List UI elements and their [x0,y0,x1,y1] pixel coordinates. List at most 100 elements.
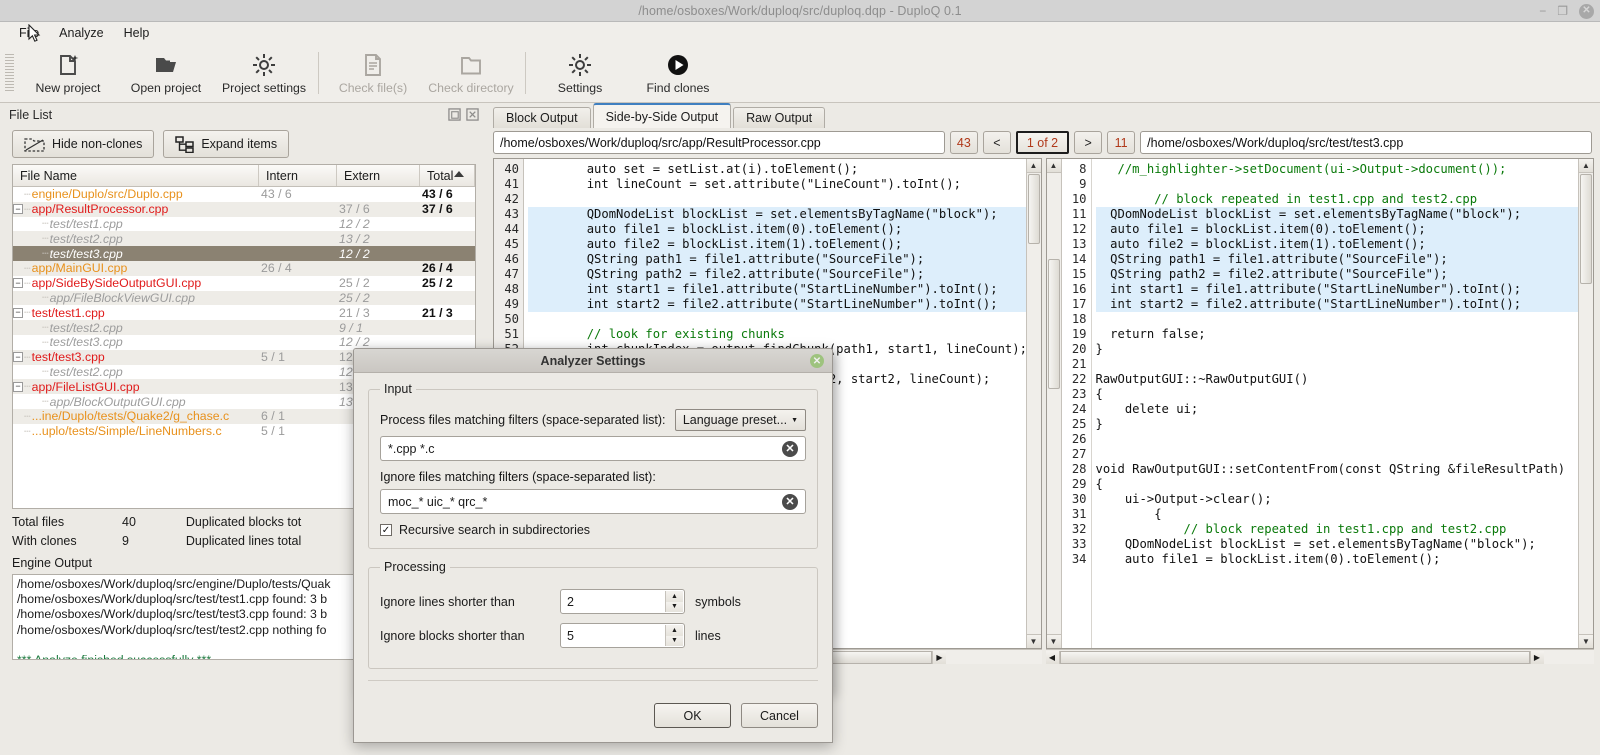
ignore-blocks-stepper[interactable]: 5 ▲ ▼ [560,623,685,648]
check-directory-button[interactable]: Check directory [422,46,520,101]
stepper-up-icon[interactable]: ▲ [666,591,683,602]
scroll-up-icon[interactable]: ▲ [1027,159,1041,173]
table-row[interactable]: ┄test/test3.cpp12 / 2 [13,246,475,261]
scroll-down-icon[interactable]: ▼ [1579,634,1593,648]
file-name-cell: ┄test/test2.cpp [13,232,259,246]
table-row[interactable]: −┄app/ResultProcessor.cpp37 / 637 / 6 [13,202,475,217]
scroll-left-icon[interactable]: ◀ [1046,651,1060,664]
table-row[interactable]: −┄app/SideBySideOutputGUI.cpp25 / 225 / … [13,276,475,291]
code-line: delete ui; [1096,402,1579,417]
total-cell: 26 / 4 [420,261,475,275]
expander-icon[interactable]: − [13,352,23,362]
tree-connector: ┄ [42,217,48,230]
table-row[interactable]: ┄test/test2.cpp9 / 1 [13,320,475,335]
tab-block-output[interactable]: Block Output [493,107,591,128]
window-titlebar: /home/osboxes/Work/duploq/src/duploq.dqp… [0,0,1600,22]
stepper-down-icon[interactable]: ▼ [666,636,683,647]
language-preset-button[interactable]: Language preset... ▼ [675,409,806,431]
close-icon[interactable] [466,108,479,121]
column-header-extern[interactable]: Extern [337,165,420,186]
scroll-up-icon[interactable]: ▲ [1047,159,1061,173]
table-row[interactable]: −┄test/test1.cpp21 / 321 / 3 [13,305,475,320]
tab-side-by-side-output[interactable]: Side-by-Side Output [593,103,732,128]
hide-non-clones-button[interactable]: Hide non-clones [12,130,154,158]
right-vertical-scrollbar-left[interactable]: ▲ ▼ [1047,159,1062,648]
column-header-intern[interactable]: Intern [259,165,337,186]
left-file-path-input[interactable]: /home/osboxes/Work/duploq/src/app/Result… [493,131,945,154]
with-clones-value: 9 [122,534,129,548]
new-project-button[interactable]: New project [19,46,117,101]
ignore-lines-stepper[interactable]: 2 ▲ ▼ [560,589,685,614]
stepper-down-icon[interactable]: ▼ [666,602,683,613]
expander-icon[interactable]: − [13,204,23,214]
scroll-right-icon[interactable]: ▶ [932,651,946,664]
cancel-button[interactable]: Cancel [741,703,818,728]
clear-icon[interactable]: ✕ [782,441,798,457]
ignore-filter-input[interactable]: moc_* uic_* qrc_* ✕ [380,489,806,514]
dialog-close-icon[interactable]: ✕ [810,354,824,368]
expand-items-button[interactable]: Expand items [163,130,289,158]
code-line [528,312,1026,327]
file-name-cell: ┄test/test3.cpp [13,247,259,261]
close-icon[interactable]: ✕ [1579,4,1594,19]
maximize-icon[interactable]: ❐ [1557,5,1568,17]
right-horizontal-scrollbar[interactable]: ◀ ▶ [1046,649,1595,664]
scroll-up-icon[interactable]: ▲ [1579,159,1593,173]
line-number: 41 [494,177,519,192]
code-line: // look for existing chunks [528,327,1026,342]
scroll-right-icon[interactable]: ▶ [1530,651,1544,664]
recursive-search-row[interactable]: ✓ Recursive search in subdirectories [380,523,806,537]
right-code-text[interactable]: //m_highlighter->setDocument(ui->Output-… [1092,159,1579,648]
scrollbar-thumb[interactable] [1580,174,1592,284]
scrollbar-thumb[interactable] [1060,651,1530,664]
next-clone-button[interactable]: > [1074,131,1102,154]
tree-connector: ┄ [24,425,30,438]
scroll-down-icon[interactable]: ▼ [1047,634,1061,648]
float-icon[interactable] [448,108,461,121]
right-file-path-input[interactable]: /home/osboxes/Work/duploq/src/test/test3… [1140,131,1592,154]
column-header-total[interactable]: Total [420,165,475,186]
scrollbar-thumb[interactable] [1048,259,1060,389]
process-filter-row: Process files matching filters (space-se… [380,409,806,431]
expander-icon[interactable]: − [13,308,23,318]
left-line-number: 43 [950,131,978,154]
check-files-button[interactable]: Check file(s) [324,46,422,101]
line-number: 44 [494,222,519,237]
expander-icon[interactable]: − [13,382,23,392]
table-row[interactable]: ┄app/FileBlockViewGUI.cpp25 / 2 [13,291,475,306]
right-code-editor[interactable]: ▲ ▼ 891011121314151617181920212223242526… [1046,158,1595,649]
table-row[interactable]: ┄test/test1.cpp12 / 2 [13,217,475,232]
table-row[interactable]: ┄engine/Duplo/src/Duplo.cpp43 / 643 / 6 [13,187,475,202]
table-row[interactable]: ┄test/test2.cpp13 / 2 [13,231,475,246]
previous-clone-button[interactable]: < [983,131,1011,154]
process-filter-input[interactable]: *.cpp *.c ✕ [380,436,806,461]
project-settings-button[interactable]: Project settings [215,46,313,101]
column-header-filename[interactable]: File Name [13,165,259,186]
stepper-up-icon[interactable]: ▲ [666,625,683,636]
recursive-search-checkbox[interactable]: ✓ [380,524,392,536]
stepper-buttons[interactable]: ▲ ▼ [665,591,683,612]
ok-button[interactable]: OK [654,703,731,728]
intern-cell: 6 / 1 [259,409,337,423]
open-project-button[interactable]: Open project [117,46,215,101]
menu-item-file[interactable]: File [9,24,49,42]
right-vertical-scrollbar[interactable]: ▲ ▼ [1578,159,1593,648]
menu-item-analyze[interactable]: Analyze [49,24,113,42]
scrollbar-thumb[interactable] [1028,174,1040,244]
left-vertical-scrollbar[interactable]: ▲ ▼ [1026,159,1041,648]
dialog-titlebar[interactable]: Analyzer Settings ✕ [354,349,832,373]
find-clones-button[interactable]: Find clones [629,46,727,101]
tab-raw-output[interactable]: Raw Output [733,107,825,128]
table-row[interactable]: ┄app/MainGUI.cpp26 / 426 / 4 [13,261,475,276]
expander-icon[interactable]: − [13,278,23,288]
scroll-down-icon[interactable]: ▼ [1027,634,1041,648]
main-toolbar: New project Open project Project setting… [0,44,1600,103]
settings-button[interactable]: Settings [531,46,629,101]
menu-item-help[interactable]: Help [114,24,160,42]
minimize-icon[interactable]: − [1539,5,1546,17]
file-name-text: app/FileBlockViewGUI.cpp [50,291,195,305]
ignore-lines-row: Ignore lines shorter than 2 ▲ ▼ symbols [380,589,806,614]
toolbar-drag-handle[interactable] [5,54,14,92]
clear-icon[interactable]: ✕ [782,494,798,510]
stepper-buttons[interactable]: ▲ ▼ [665,625,683,646]
